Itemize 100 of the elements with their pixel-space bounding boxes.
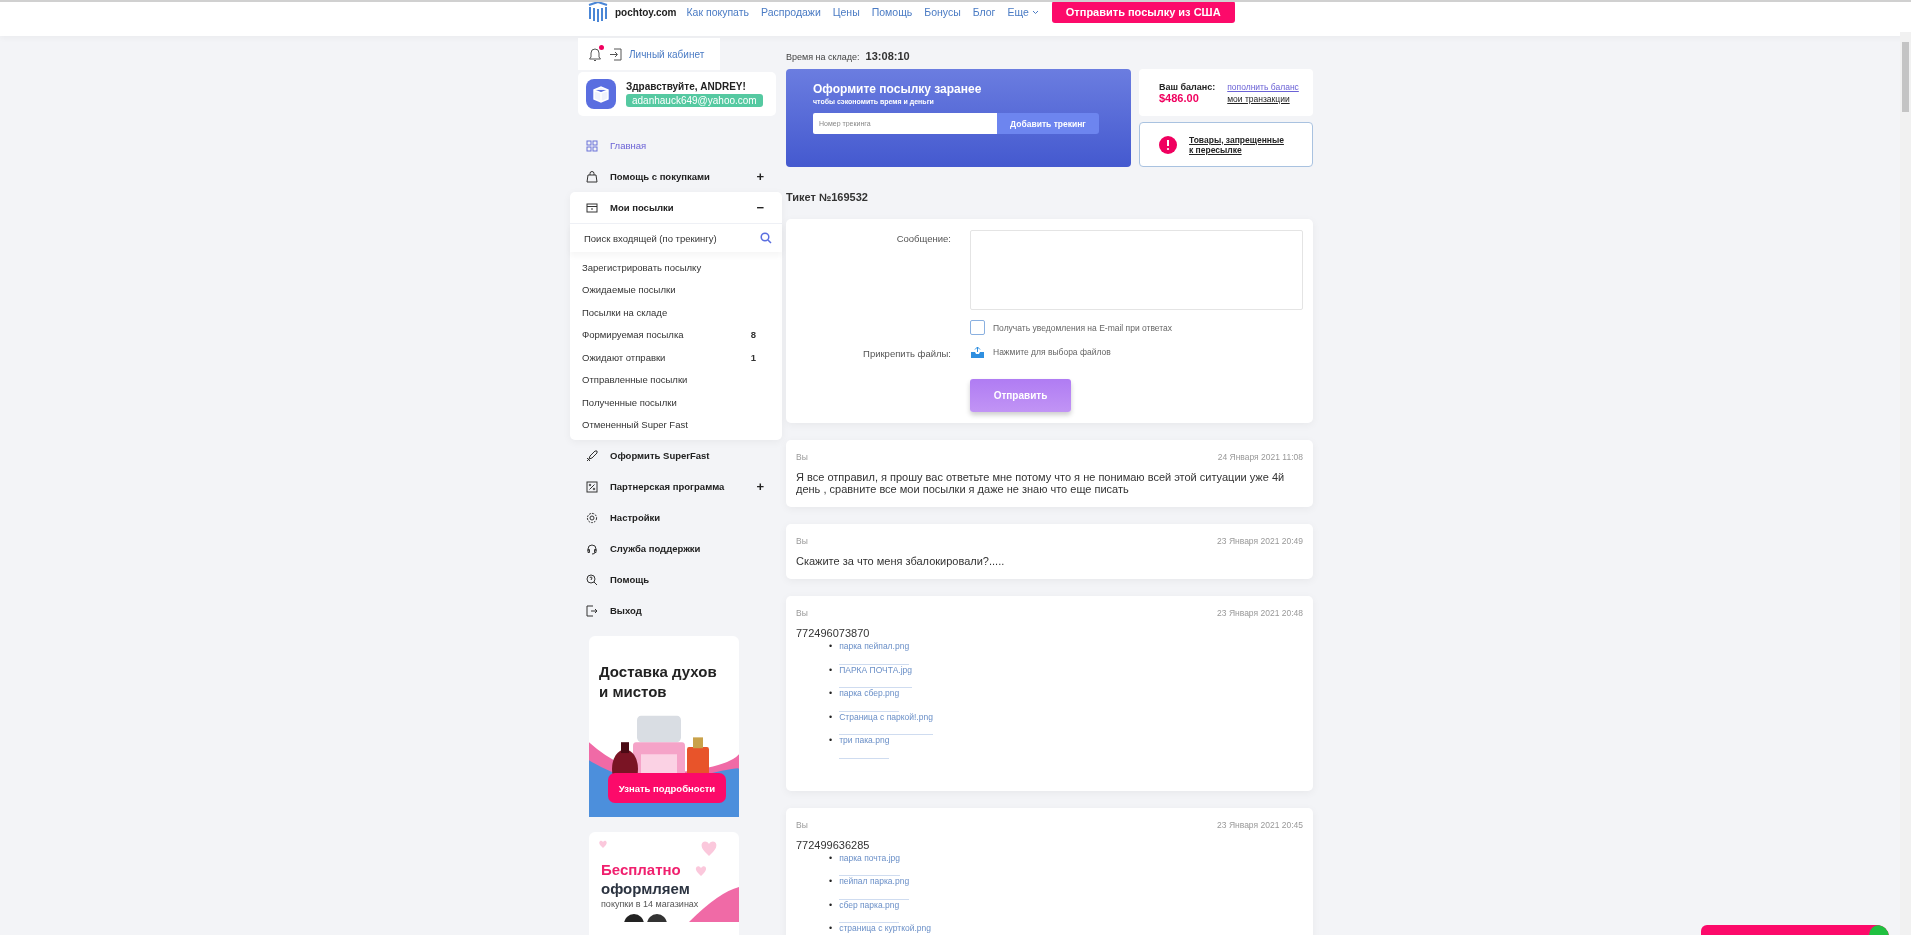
file-link[interactable]: парка почта.jpg (839, 852, 900, 876)
topup-link[interactable]: пополнить баланс (1227, 81, 1299, 92)
message-label: Сообщение: (895, 232, 951, 246)
file-link[interactable]: парка сбер.png (839, 688, 900, 712)
details-button[interactable]: Узнать подробности (608, 773, 726, 803)
file-link[interactable]: сбер парка.png (839, 899, 900, 923)
bullet: • (829, 899, 833, 912)
message-author: Вы (796, 819, 808, 830)
bullet: • (829, 735, 833, 747)
login-icon (609, 47, 622, 61)
promo-card[interactable]: Доставка духов и мистов Узнать подробности (589, 636, 739, 817)
promo-title: оформляем (601, 879, 691, 899)
exit-icon (586, 604, 598, 617)
cabinet-link[interactable]: Личный кабинет (629, 48, 705, 60)
bullet: • (829, 852, 833, 865)
search-field[interactable]: Поиск входящей (по трекингу) (582, 231, 760, 245)
submenu-item[interactable]: Полученные посылки (578, 391, 776, 414)
submenu-item[interactable]: Зарегистрировать посылку (578, 256, 776, 279)
bullet: • (829, 688, 833, 700)
scrollbar[interactable] (1900, 32, 1911, 935)
sidebar-item[interactable]: Выход (578, 595, 776, 626)
box-avatar-icon (586, 79, 616, 109)
sidebar-item[interactable]: Служба поддержки (578, 533, 776, 564)
sidebar-item[interactable]: Оформить SuperFast (578, 440, 776, 471)
bullet: • (829, 664, 833, 677)
submenu-item[interactable]: Посылки на складе (578, 301, 776, 324)
message-text: Я все отправил, я прошу вас ответьте мне потому что я не понимаю всей этой ситуации уже 4й день , сравните все мои посылки я даже не знаю что еще писать (796, 471, 1286, 495)
box-icon (586, 201, 598, 214)
submenu-item[interactable]: Ожидают отправки 1 (578, 346, 776, 369)
attach-label: Прикрепить файлы: (862, 347, 951, 359)
promo-title: Доставка духов и мистов (598, 662, 718, 702)
file-link[interactable]: парка пейпал.png (839, 641, 910, 665)
transactions-link[interactable]: мои транзакции (1227, 93, 1299, 104)
file-link[interactable]: ПАРКА ПОЧТА.jpg (839, 664, 913, 688)
submenu-item[interactable]: Ожидаемые посылки (578, 278, 776, 301)
headset-icon (586, 542, 598, 555)
gear-icon (586, 511, 598, 524)
nav-link[interactable]: Распродажи (761, 6, 821, 18)
logo-text[interactable]: pochtoy.com (615, 6, 677, 18)
sidebar-item[interactable]: Партнерская программа + (578, 471, 776, 502)
sidebar-item[interactable]: Настройки (578, 502, 776, 533)
nav-link[interactable]: Как покупать (686, 6, 749, 18)
balance-amount: $486.00 (1159, 91, 1200, 104)
promo-subtitle: покупки в 14 магазинах (601, 899, 700, 909)
search-icon[interactable] (760, 232, 772, 244)
notify-checkbox[interactable] (970, 320, 985, 335)
bullet: • (829, 876, 833, 888)
ticket-title: Тикет №169532 (786, 191, 869, 203)
message-text: 772499636285 (796, 838, 871, 851)
message-date: 23 Января 2021 20:45 (1217, 819, 1303, 830)
time-value: 13:08:10 (865, 50, 910, 62)
banner-title: Оформите посылку заранее (813, 82, 983, 96)
nav-link[interactable]: Помощь (871, 6, 913, 18)
message-date: 23 Января 2021 20:48 (1217, 608, 1303, 618)
nav-link[interactable]: Бонусы (924, 6, 961, 18)
submenu-item[interactable]: Отправленные посылки (578, 368, 776, 391)
message-text: 772496073870 (796, 627, 871, 639)
file-link[interactable]: страница с курткой.png (839, 923, 931, 935)
bullet: • (829, 641, 833, 653)
notify-label: Получать уведомления на E-mail при ответах (993, 322, 1173, 333)
submenu-item[interactable]: Формируемая посылка 8 (578, 323, 776, 346)
sidebar-item[interactable]: Мои посылки − (578, 192, 776, 223)
shopping-bag-icon (586, 170, 598, 183)
nav-link[interactable]: Еще (1007, 6, 1039, 18)
message-author: Вы (796, 536, 808, 546)
message-field[interactable] (970, 230, 1303, 310)
file-link[interactable]: Страница с паркой!.png (839, 711, 933, 735)
send-parcel-button[interactable]: Отправить посылку из США (1051, 2, 1235, 23)
bullet: • (829, 923, 833, 935)
promo-accent: Бесплатно (601, 860, 682, 879)
message-date: 24 Января 2021 11:08 (1217, 452, 1303, 462)
promo-card[interactable]: Бесплатно оформляем покупки в 14 магазинах (589, 832, 739, 935)
message-author: Вы (796, 452, 808, 462)
nav-link[interactable]: Цены (832, 6, 860, 18)
file-link[interactable]: пейпал парка.png (839, 876, 910, 900)
file-link[interactable]: три пака.png (839, 735, 890, 759)
bell-icon[interactable] (588, 46, 602, 62)
logo-icon[interactable] (587, 2, 609, 23)
message-date: 23 Января 2021 20:49 (1217, 536, 1303, 546)
message-author: Вы (796, 608, 808, 618)
message-text: Скажите за что меня збалокировали?..... (796, 555, 1006, 567)
attach-hint[interactable]: Нажмите для выбора файлов (993, 347, 1111, 357)
prohibited-link[interactable]: Товары, запрещенные к пересылке (1189, 134, 1289, 155)
add-tracking-button[interactable]: Добавить трекинг (997, 113, 1099, 134)
upload-tray-icon[interactable] (970, 345, 985, 359)
nav-link[interactable]: Блог (972, 6, 996, 18)
warning-icon (1159, 135, 1177, 154)
sidebar-item[interactable]: Помощь (578, 564, 776, 595)
sidebar-item[interactable]: Главная (578, 130, 776, 161)
question-icon (586, 573, 598, 586)
time-label: Время на складе: (786, 52, 860, 62)
grid-icon (586, 139, 598, 152)
sidebar-item[interactable]: Помощь с покупками + (578, 161, 776, 192)
email-badge: adanhauck649@yahoo.com (626, 94, 763, 107)
bullet: • (829, 711, 833, 724)
caret-icon[interactable] (1031, 9, 1039, 15)
submenu-item[interactable]: Отмененный Super Fast (578, 413, 776, 436)
greeting: Здравствуйте, ANDREY! (626, 81, 747, 92)
percent-icon (586, 480, 598, 493)
balance-label: Ваш баланс: (1159, 81, 1216, 92)
